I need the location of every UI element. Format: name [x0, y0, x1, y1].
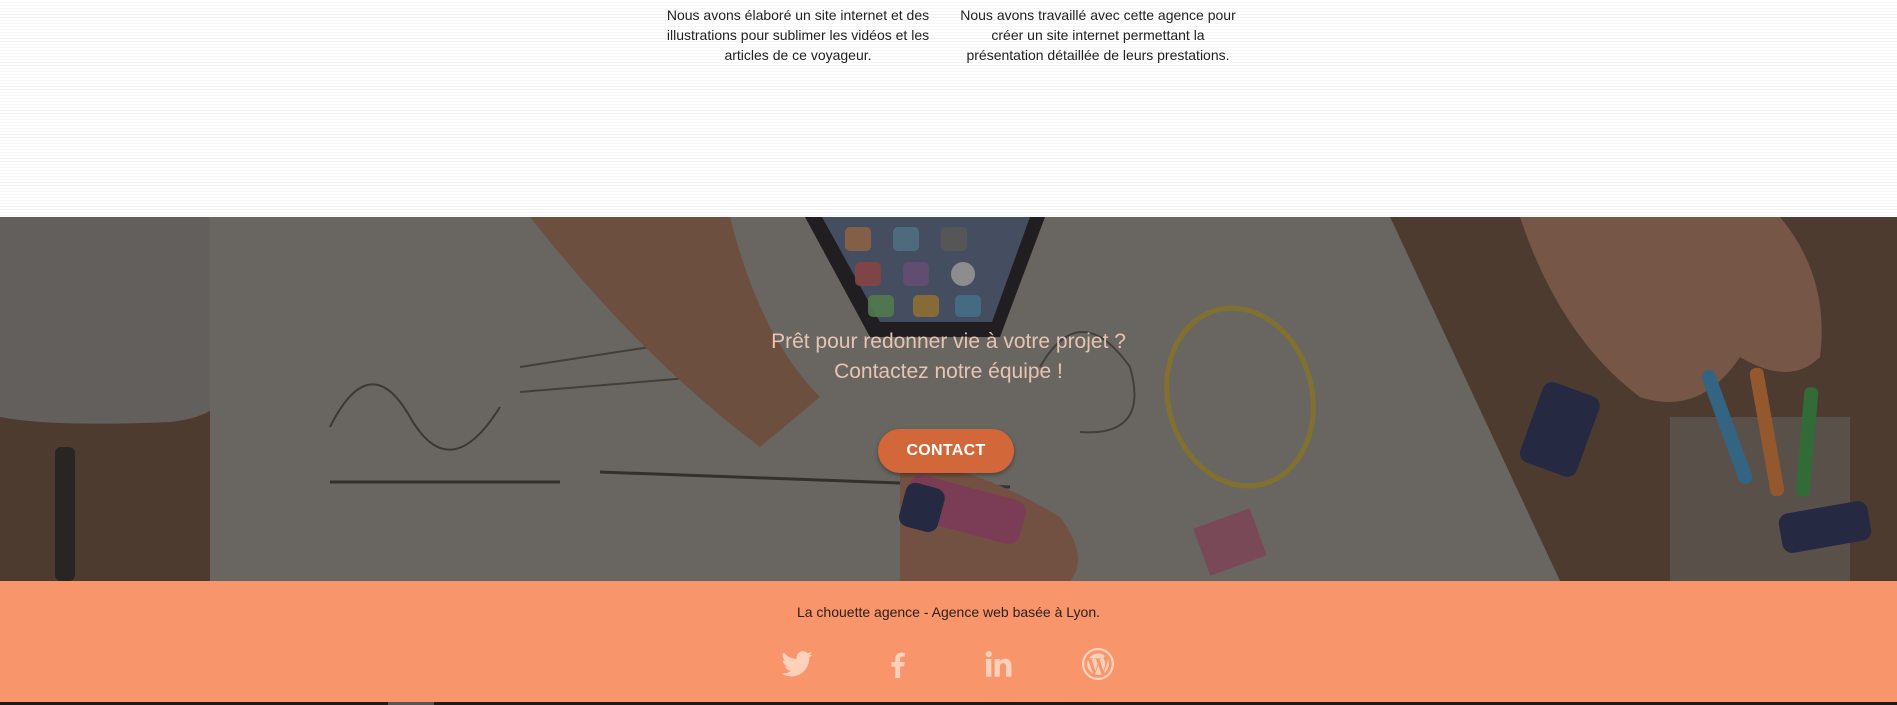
cta-line-1: Prêt pour redonner vie à votre projet ?	[771, 330, 1126, 353]
project-description-left: Nous avons élaboré un site internet et d…	[666, 7, 930, 63]
project-description-right: Nous avons travaillé avec cette agence p…	[960, 7, 1236, 63]
twitter-icon[interactable]	[780, 647, 814, 681]
linkedin-icon[interactable]	[981, 647, 1015, 681]
contact-button[interactable]: CONTACT	[878, 429, 1014, 473]
site-footer: La chouette agence - Agence web basée à …	[0, 581, 1897, 705]
cta-line-2: Contactez notre équipe !	[834, 360, 1063, 383]
facebook-icon[interactable]	[881, 647, 915, 681]
wordpress-icon[interactable]	[1081, 647, 1115, 681]
cta-banner: Prêt pour redonner vie à votre projet ? …	[0, 217, 1897, 581]
projects-section: Nous avons élaboré un site internet et d…	[0, 0, 1897, 217]
cta-dark-overlay	[0, 217, 1897, 581]
footer-tagline: La chouette agence - Agence web basée à …	[796, 604, 1101, 620]
cta-heading: Prêt pour redonner vie à votre projet ? …	[0, 327, 1897, 387]
